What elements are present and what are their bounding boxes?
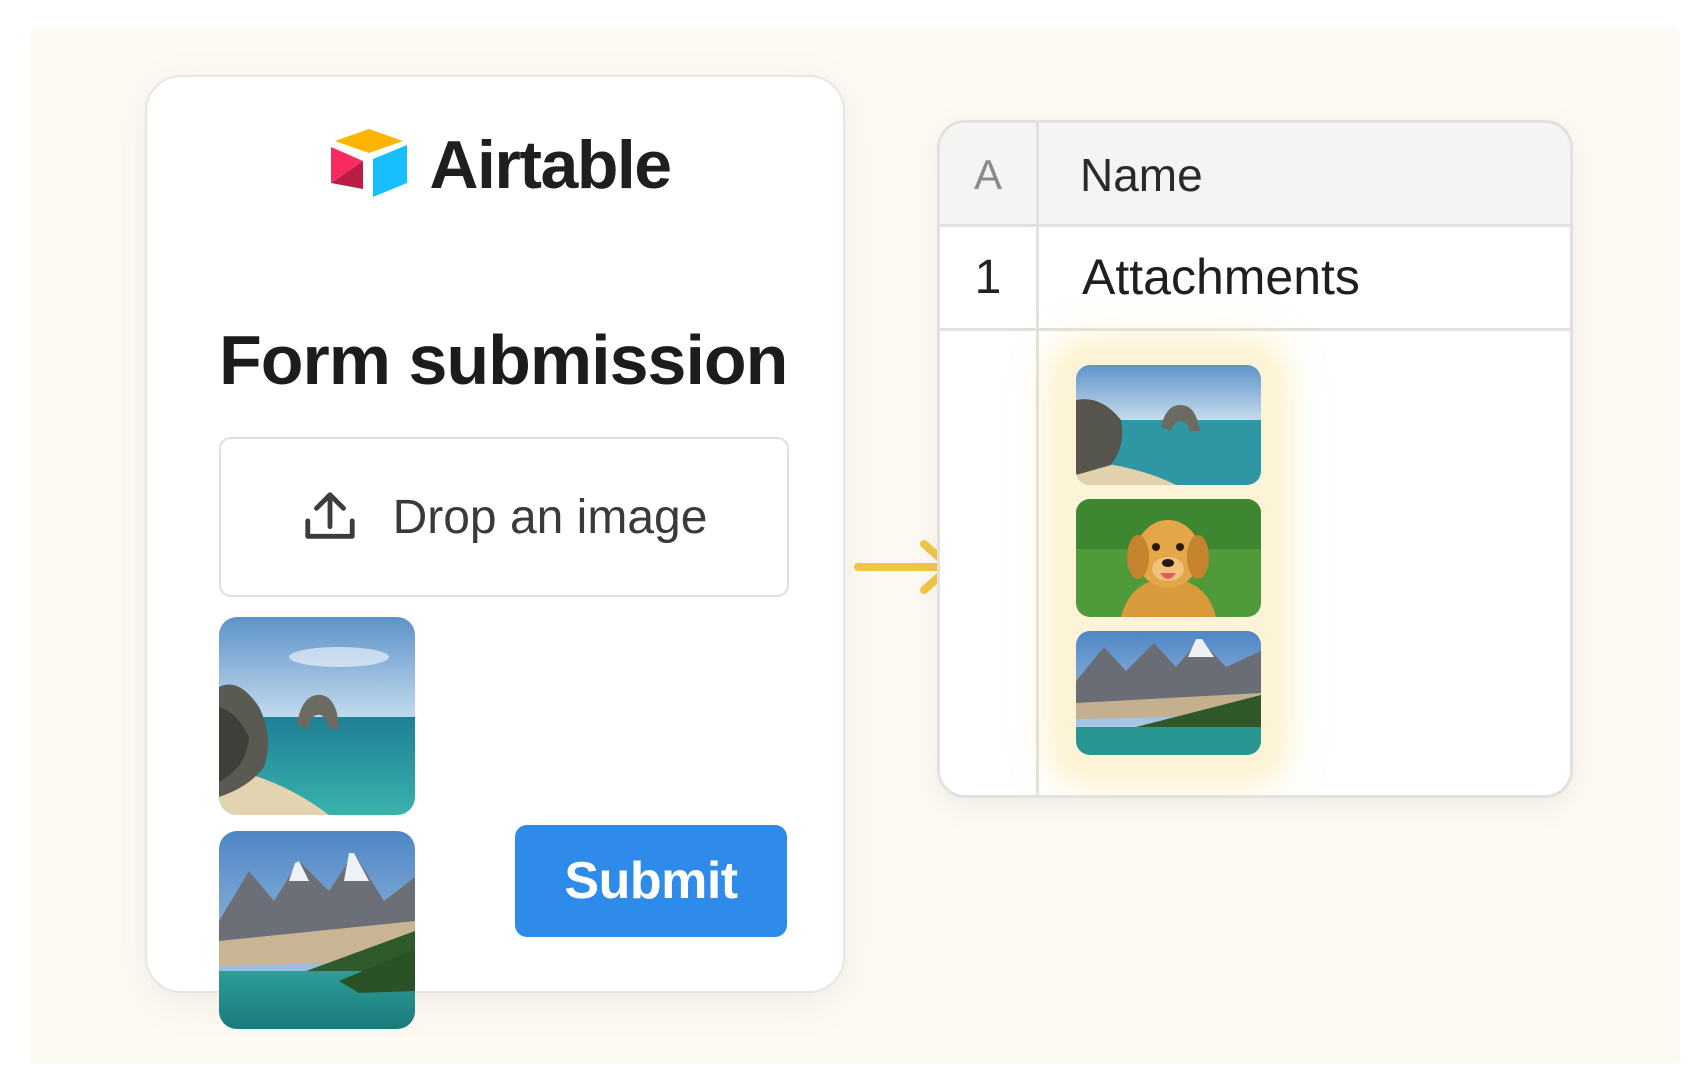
- coastal-arch-image[interactable]: [219, 617, 415, 815]
- airtable-logo-icon: [331, 129, 408, 197]
- coastal-arch-image[interactable]: [1076, 365, 1261, 485]
- table-header: A Name: [940, 123, 1570, 227]
- logo-text: Airtable: [429, 127, 672, 203]
- airtable-logo: Airtable: [147, 125, 843, 205]
- form-card: Airtable Form submission Drop an image S…: [145, 75, 845, 1029]
- row-number: 1: [974, 250, 1002, 304]
- upload-icon: [304, 492, 355, 539]
- attachments-cell[interactable]: [1063, 353, 1273, 771]
- mountain-lake-image[interactable]: [219, 831, 415, 1029]
- index-column-header[interactable]: A: [940, 123, 1036, 227]
- submit-button[interactable]: Submit: [515, 825, 787, 937]
- table-row[interactable]: 1 Attachments: [940, 227, 1570, 331]
- row-name-cell[interactable]: Attachments: [1082, 227, 1360, 327]
- golden-retriever-image[interactable]: [1076, 499, 1261, 617]
- column-divider: [1036, 123, 1039, 795]
- name-column-header[interactable]: Name: [1080, 123, 1203, 227]
- mountain-lake-image[interactable]: [1076, 631, 1261, 755]
- records-table: A Name 1 Attachments: [937, 120, 1573, 798]
- dropzone-label: Drop an image: [392, 490, 708, 544]
- form-title: Form submission: [219, 321, 788, 399]
- image-dropzone[interactable]: Drop an image: [219, 437, 789, 597]
